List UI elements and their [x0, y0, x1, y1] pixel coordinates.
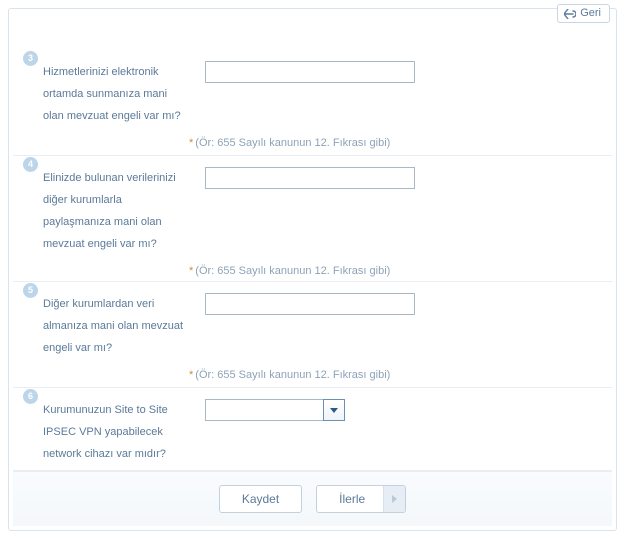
question-6-selected-value: [205, 399, 323, 421]
page: Geri 3 Hizmetlerinizi elektronik ortamda…: [0, 0, 625, 539]
back-button[interactable]: Geri: [557, 4, 610, 23]
chevron-right-icon: [383, 486, 405, 512]
question-3-label: Hizmetlerinizi elektronik ortamda sunman…: [43, 61, 188, 127]
question-4-hint-text: (Ör: 655 Sayılı kanunun 12. Fıkrası gibi…: [195, 265, 390, 277]
question-3-number: 3: [23, 51, 38, 66]
back-label: Geri: [580, 8, 601, 19]
question-3-input[interactable]: [205, 61, 415, 83]
question-5-hint-text: (Ör: 655 Sayılı kanunun 12. Fıkrası gibi…: [195, 369, 390, 381]
footer-bar: Kaydet İlerle: [13, 470, 612, 526]
question-5-hint: *(Ör: 655 Sayılı kanunun 12. Fıkrası gib…: [189, 369, 390, 381]
question-3-hint: *(Ör: 655 Sayılı kanunun 12. Fıkrası gib…: [189, 137, 390, 149]
question-4-number: 4: [23, 157, 38, 172]
question-6-label: Kurumunuzun Site to Site IPSEC VPN yapab…: [43, 399, 188, 465]
question-4-input[interactable]: [205, 167, 415, 189]
save-button[interactable]: Kaydet: [219, 485, 302, 513]
divider: [13, 281, 612, 282]
question-6-select[interactable]: [205, 399, 345, 421]
question-5-input[interactable]: [205, 293, 415, 315]
chevron-down-icon: [330, 401, 338, 419]
required-asterisk: *: [189, 137, 193, 149]
save-button-label: Kaydet: [242, 492, 279, 506]
question-6-number: 6: [23, 389, 38, 404]
question-5-number: 5: [23, 283, 38, 298]
divider: [13, 155, 612, 156]
question-6-dropdown-button[interactable]: [323, 399, 345, 421]
question-4-hint: *(Ör: 655 Sayılı kanunun 12. Fıkrası gib…: [189, 265, 390, 277]
required-asterisk: *: [189, 369, 193, 381]
required-asterisk: *: [189, 265, 193, 277]
next-button[interactable]: İlerle: [316, 485, 406, 513]
question-4-label: Elinizde bulunan verilerinizi diğer kuru…: [43, 167, 188, 255]
question-5-label: Diğer kurumlardan veri almanıza mani ola…: [43, 293, 188, 359]
question-3-hint-text: (Ör: 655 Sayılı kanunun 12. Fıkrası gibi…: [195, 137, 390, 149]
divider: [13, 387, 612, 388]
back-arrow-icon: [564, 9, 576, 19]
form-panel: Geri 3 Hizmetlerinizi elektronik ortamda…: [8, 8, 617, 531]
next-button-label: İlerle: [339, 492, 383, 506]
